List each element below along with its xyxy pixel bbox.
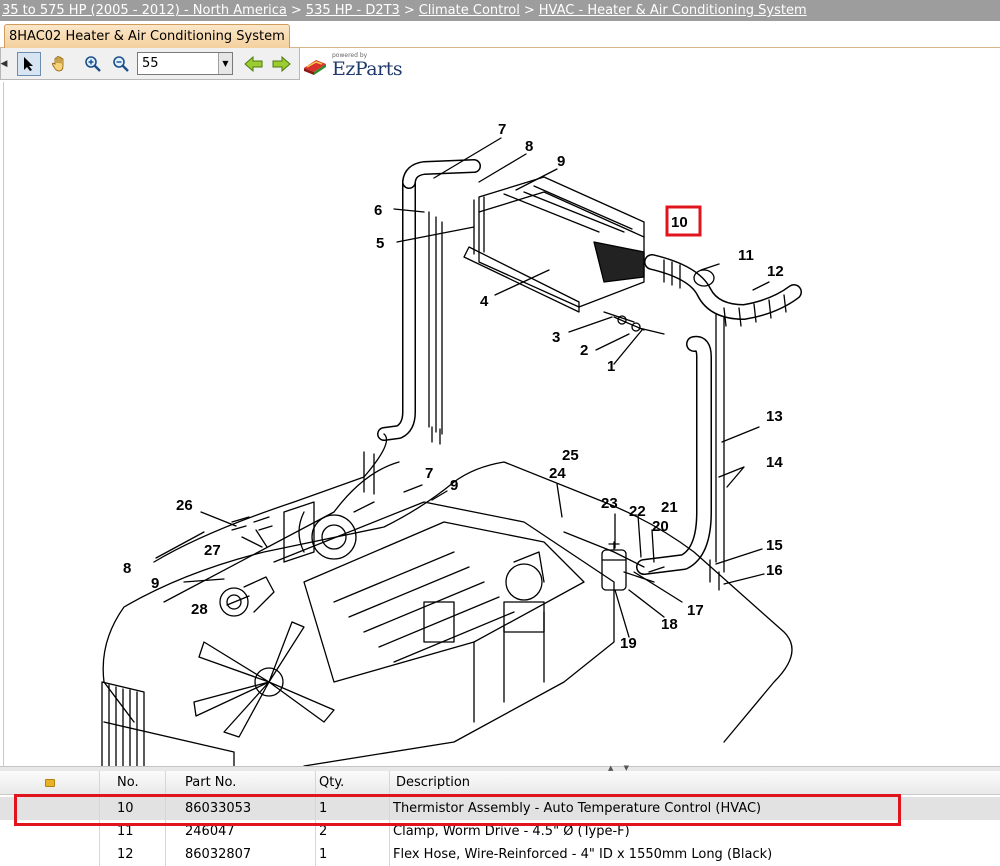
callout-6[interactable]: 6 [374, 202, 382, 219]
zoom-level-value: 55 [142, 56, 159, 71]
row-part-no: 246047 [166, 820, 316, 843]
diagram-callouts: 7 8 9 6 10 5 11 12 4 3 2 1 13 14 25 24 7… [123, 121, 784, 652]
callout-8b[interactable]: 8 [123, 560, 131, 577]
callout-22[interactable]: 22 [629, 503, 646, 520]
callout-4[interactable]: 4 [480, 293, 489, 310]
callout-21[interactable]: 21 [661, 499, 678, 516]
row-part-no: 86033053 [166, 797, 316, 820]
column-header-icon[interactable] [0, 771, 100, 794]
callout-10[interactable]: 10 [671, 214, 688, 231]
callout-13[interactable]: 13 [766, 408, 783, 425]
breadcrumb-link-hvac[interactable]: HVAC - Heater & Air Conditioning System [539, 3, 807, 18]
tab-strip: 8HAC02 Heater & Air Conditioning System [0, 21, 1000, 49]
callout-26[interactable]: 26 [176, 497, 193, 514]
callout-9c[interactable]: 9 [151, 575, 159, 592]
callout-12[interactable]: 12 [767, 263, 784, 280]
callout-2[interactable]: 2 [580, 342, 588, 359]
callout-17[interactable]: 17 [687, 602, 704, 619]
viewer-toolbar: ◀ 55 ▼ [0, 48, 300, 80]
callout-1[interactable]: 1 [607, 358, 615, 375]
callout-5[interactable]: 5 [376, 235, 384, 252]
zoom-level-select[interactable]: 55 ▼ [137, 52, 233, 75]
callout-16[interactable]: 16 [766, 562, 783, 579]
row-part-no: 86032807 [166, 843, 316, 866]
cart-flag-icon [44, 778, 55, 787]
row-description: Flex Hose, Wire-Reinforced - 4" ID x 155… [393, 847, 773, 862]
row-flag [0, 820, 100, 843]
parts-viewer: 35 to 575 HP (2005 - 2012) - North Ameri… [0, 0, 1000, 866]
column-header-part-no[interactable]: Part No. [166, 771, 316, 794]
callout-7[interactable]: 7 [498, 121, 506, 138]
tab-diagram[interactable]: 8HAC02 Heater & Air Conditioning System [4, 24, 290, 49]
callout-27[interactable]: 27 [204, 542, 221, 559]
callout-20[interactable]: 20 [652, 518, 669, 535]
table-row[interactable]: 12 86032807 1 Flex Hose, Wire-Reinforced… [0, 843, 1000, 866]
breadcrumb-separator: > [523, 3, 535, 18]
zoom-in-icon[interactable] [81, 52, 105, 76]
logo-brand: EzParts [332, 58, 403, 80]
scroll-left-icon[interactable]: ◀ [0, 52, 9, 76]
callout-9b[interactable]: 9 [450, 477, 458, 494]
breadcrumb-link-engine[interactable]: 535 HP - D2T3 [306, 3, 400, 18]
forward-arrow-icon[interactable] [269, 52, 293, 76]
breadcrumb-link-climate-control[interactable]: Climate Control [419, 3, 520, 18]
row-flag [0, 843, 100, 866]
row-description: Thermistor Assembly - Auto Temperature C… [393, 801, 762, 816]
row-flag [0, 797, 100, 820]
callout-7b[interactable]: 7 [425, 465, 433, 482]
row-no: 12 [100, 843, 166, 866]
breadcrumb-separator: > [290, 3, 302, 18]
row-no: 11 [100, 820, 166, 843]
ezparts-mark-icon [304, 60, 326, 75]
callout-15[interactable]: 15 [766, 537, 783, 554]
callout-3[interactable]: 3 [552, 329, 560, 346]
callout-23[interactable]: 23 [601, 495, 618, 512]
callout-8[interactable]: 8 [525, 138, 533, 155]
row-description: Clamp, Worm Drive - 4.5" Ø (Type-F) [393, 824, 630, 839]
chevron-down-icon[interactable]: ▼ [218, 53, 232, 74]
exploded-diagram-viewport[interactable]: 7 8 9 6 10 5 11 12 4 3 2 1 13 14 25 24 7… [3, 82, 1000, 766]
table-row[interactable]: 10 86033053 1 Thermistor Assembly - Auto… [0, 797, 1000, 820]
back-arrow-icon[interactable] [242, 52, 266, 76]
breadcrumb-link-model[interactable]: 35 to 575 HP (2005 - 2012) - North Ameri… [2, 3, 287, 18]
callout-14[interactable]: 14 [766, 454, 783, 471]
zoom-out-icon[interactable] [109, 52, 133, 76]
table-row[interactable]: 11 246047 2 Clamp, Worm Drive - 4.5" Ø (… [0, 820, 1000, 843]
callout-28[interactable]: 28 [191, 601, 208, 618]
row-qty: 1 [316, 843, 390, 866]
breadcrumb: 35 to 575 HP (2005 - 2012) - North Ameri… [0, 0, 1000, 21]
callout-25[interactable]: 25 [562, 447, 579, 464]
pan-hand-icon[interactable] [47, 52, 71, 76]
callout-11[interactable]: 11 [738, 247, 754, 264]
column-header-qty[interactable]: Qty. [316, 771, 390, 794]
hvac-exploded-diagram: 7 8 9 6 10 5 11 12 4 3 2 1 13 14 25 24 7… [101, 121, 802, 766]
column-header-no[interactable]: No. [100, 771, 166, 794]
breadcrumb-separator: > [403, 3, 415, 18]
callout-9[interactable]: 9 [557, 153, 565, 170]
row-qty: 1 [316, 797, 390, 820]
row-qty: 2 [316, 820, 390, 843]
column-header-description[interactable]: Description [390, 771, 1000, 794]
select-arrow-icon[interactable] [17, 52, 41, 76]
table-header: No. Part No. Qty. Description [0, 771, 1000, 795]
callout-18[interactable]: 18 [661, 616, 678, 633]
callout-24[interactable]: 24 [549, 465, 566, 482]
row-no: 10 [100, 797, 166, 820]
parts-table: No. Part No. Qty. Description 10 8603305… [0, 771, 1000, 866]
callout-19[interactable]: 19 [620, 635, 637, 652]
ezparts-logo: powered by EzParts [300, 52, 410, 82]
